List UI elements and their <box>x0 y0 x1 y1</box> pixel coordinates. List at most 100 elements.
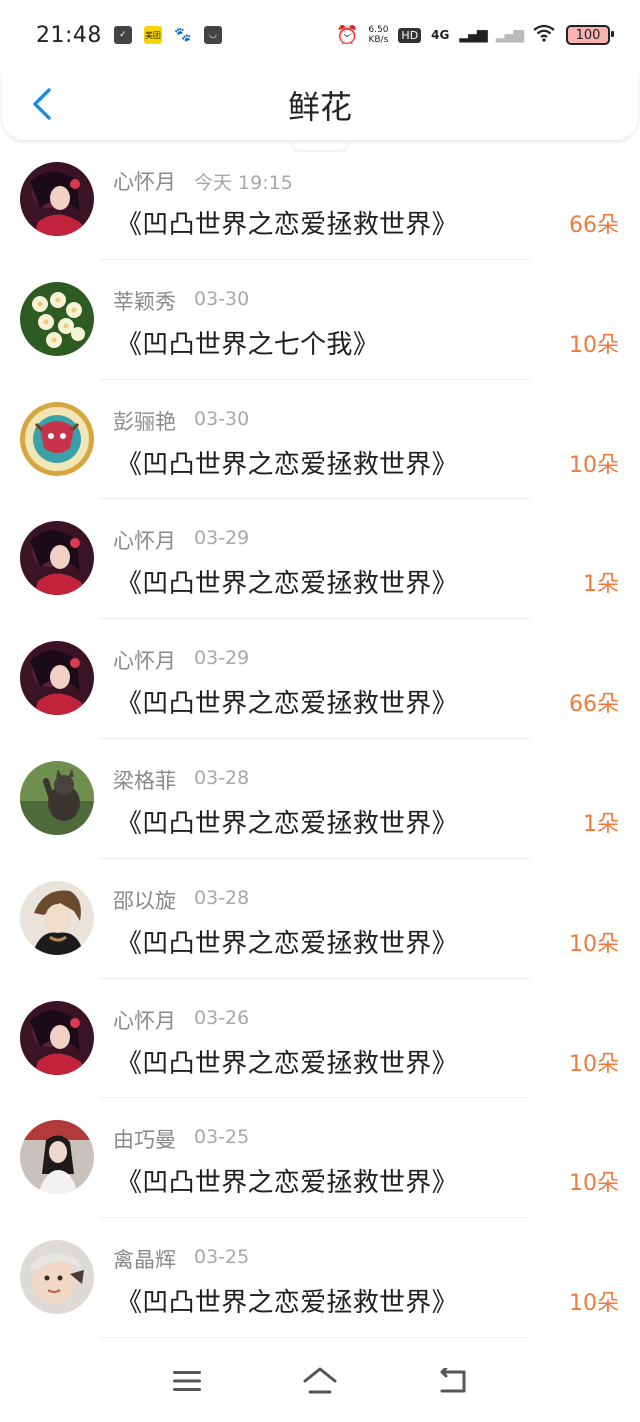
sender-name: 由巧曼 <box>113 1128 176 1153</box>
sent-time: 03-30 <box>194 407 250 430</box>
avatar[interactable] <box>20 281 94 356</box>
book-title: 《凹凸世界之恋爱拯救世界》 <box>116 210 458 240</box>
avatar[interactable] <box>20 760 94 835</box>
back-button[interactable] <box>22 84 62 124</box>
flower-amount: 1朵 <box>583 572 619 598</box>
sender-name: 梁格菲 <box>113 768 176 793</box>
sender-name: 禽晶辉 <box>113 1248 176 1273</box>
page-header: 鲜花 <box>2 70 638 140</box>
list-item[interactable]: 莘颖秀 03-30 《凹凸世界之七个我》 10朵 <box>0 260 640 380</box>
sender-name: 邵以旋 <box>113 888 176 913</box>
avatar[interactable] <box>20 521 94 596</box>
back-nav-button[interactable] <box>423 1351 483 1411</box>
name-line: 梁格菲 03-28 <box>113 765 249 795</box>
book-title: 《凹凸世界之七个我》 <box>116 329 380 360</box>
book-title: 《凹凸世界之恋爱拯救世界》 <box>116 928 458 959</box>
list-item[interactable]: 心怀月 03-29 《凹凸世界之恋爱拯救世界》 66朵 <box>0 619 640 739</box>
name-line: 彭骊艳 03-30 <box>113 406 249 436</box>
hd-icon: HD <box>398 27 422 43</box>
status-bar-right: ⏰ 6.50 KB/s HD 4G ▂▄▆ ▂▄▆ 100 <box>336 24 614 47</box>
flower-amount: 10朵 <box>569 1051 619 1077</box>
book-title: 《凹凸世界之恋爱拯救世界》 <box>116 1168 458 1199</box>
avatar[interactable] <box>20 1120 94 1195</box>
chevron-left-icon <box>33 88 51 120</box>
book-title: 《凹凸世界之恋爱拯救世界》 <box>116 1288 458 1319</box>
page-title: 鲜花 <box>287 88 352 126</box>
avatar[interactable] <box>20 880 94 955</box>
flower-amount: 10朵 <box>569 332 619 358</box>
status-bar-left: 21:48 ✓ 美团 🐾 ◡ <box>36 23 222 48</box>
name-line: 心怀月 03-29 <box>113 645 249 675</box>
name-line: 由巧曼 03-25 <box>113 1124 249 1154</box>
meituan-icon: 美团 <box>143 26 162 44</box>
name-line: 心怀月 03-26 <box>113 1005 249 1035</box>
signal-icon: ▂▄▆ <box>459 27 487 43</box>
flower-amount: 1朵 <box>583 811 619 837</box>
flower-amount: 10朵 <box>569 931 619 957</box>
list-item[interactable]: 梁格菲 03-28 《凹凸世界之恋爱拯救世界》 1朵 <box>0 739 640 859</box>
signal-2-icon: ▂▄▆ <box>495 27 524 43</box>
net-speed: 6.50 KB/s <box>368 25 388 45</box>
flower-amount: 10朵 <box>569 1291 619 1317</box>
home-button[interactable] <box>290 1351 350 1411</box>
sent-time: 03-29 <box>194 527 250 550</box>
book-title: 《凹凸世界之恋爱拯救世界》 <box>116 1048 458 1079</box>
bag-icon: ◡ <box>203 26 222 44</box>
menu-icon <box>172 1371 201 1391</box>
status-time: 21:48 <box>36 22 102 48</box>
flower-amount: 10朵 <box>569 1171 619 1197</box>
name-line: 心怀月 今天 19:15 <box>113 166 293 196</box>
home-icon <box>303 1367 337 1394</box>
avatar[interactable] <box>20 401 94 476</box>
paw-icon: 🐾 <box>173 26 192 44</box>
sender-name: 心怀月 <box>113 649 176 674</box>
sent-time: 03-25 <box>194 1246 250 1269</box>
sent-time: 今天 19:15 <box>194 172 293 194</box>
book-title: 《凹凸世界之恋爱拯救世界》 <box>116 449 458 480</box>
avatar[interactable] <box>20 641 94 716</box>
book-title: 《凹凸世界之恋爱拯救世界》 <box>116 569 458 600</box>
list-item[interactable]: 由巧曼 03-25 《凹凸世界之恋爱拯救世界》 10朵 <box>0 1098 640 1219</box>
list-item[interactable]: 邵以旋 03-28 《凹凸世界之恋爱拯救世界》 10朵 <box>0 859 640 979</box>
flower-amount: 66朵 <box>569 213 619 238</box>
status-bar: 21:48 ✓ 美团 🐾 ◡ ⏰ 6.50 KB/s HD 4G ▂▄▆ ▂▄▆… <box>0 0 640 70</box>
list-item[interactable]: 心怀月 03-26 《凹凸世界之恋爱拯救世界》 10朵 <box>0 979 640 1099</box>
menu-button[interactable] <box>157 1351 217 1411</box>
avatar[interactable] <box>20 162 94 236</box>
sent-time: 03-25 <box>194 1126 250 1149</box>
network-type-label: 4G <box>431 28 450 42</box>
sender-name: 莘颖秀 <box>113 289 176 314</box>
name-line: 心怀月 03-29 <box>113 525 249 555</box>
sent-time: 03-28 <box>194 766 250 789</box>
battery-indicator: 100 <box>566 25 614 45</box>
sender-name: 心怀月 <box>113 529 176 554</box>
list-item[interactable]: 心怀月 今天 19:15 《凹凸世界之恋爱拯救世界》 66朵 <box>0 140 640 260</box>
name-line: 禽晶辉 03-25 <box>113 1244 249 1274</box>
system-nav-bar <box>0 1340 640 1422</box>
sender-name: 心怀月 <box>113 170 176 194</box>
divider <box>100 1336 530 1338</box>
book-title: 《凹凸世界之恋爱拯救世界》 <box>116 808 458 839</box>
return-icon <box>440 1368 466 1393</box>
avatar[interactable] <box>20 1000 94 1075</box>
wifi-icon <box>532 24 556 47</box>
flower-amount: 66朵 <box>569 692 619 718</box>
flower-amount: 10朵 <box>569 452 619 478</box>
flower-list: 心怀月 今天 19:15 《凹凸世界之恋爱拯救世界》 66朵 莘颖秀 03-30 《凹凸世界… <box>0 140 640 1338</box>
net-speed-value: 6.50 <box>368 25 389 35</box>
book-title: 《凹凸世界之恋爱拯救世界》 <box>116 689 458 720</box>
list-item[interactable]: 心怀月 03-29 《凹凸世界之恋爱拯救世界》 1朵 <box>0 499 640 620</box>
name-line: 莘颖秀 03-30 <box>113 286 249 316</box>
sent-time: 03-29 <box>194 647 250 670</box>
sent-time: 03-26 <box>194 1006 250 1029</box>
name-line: 邵以旋 03-28 <box>113 885 249 915</box>
list-item[interactable]: 禽晶辉 03-25 《凹凸世界之恋爱拯救世界》 10朵 <box>0 1218 640 1338</box>
sent-time: 03-30 <box>194 287 250 310</box>
sender-name: 彭骊艳 <box>113 409 176 434</box>
list-item[interactable]: 彭骊艳 03-30 《凹凸世界之恋爱拯救世界》 10朵 <box>0 380 640 500</box>
pull-tab <box>290 140 350 150</box>
net-speed-unit: KB/s <box>368 35 389 45</box>
sender-name: 心怀月 <box>113 1008 176 1033</box>
avatar[interactable] <box>20 1240 94 1315</box>
sent-time: 03-28 <box>194 886 250 909</box>
